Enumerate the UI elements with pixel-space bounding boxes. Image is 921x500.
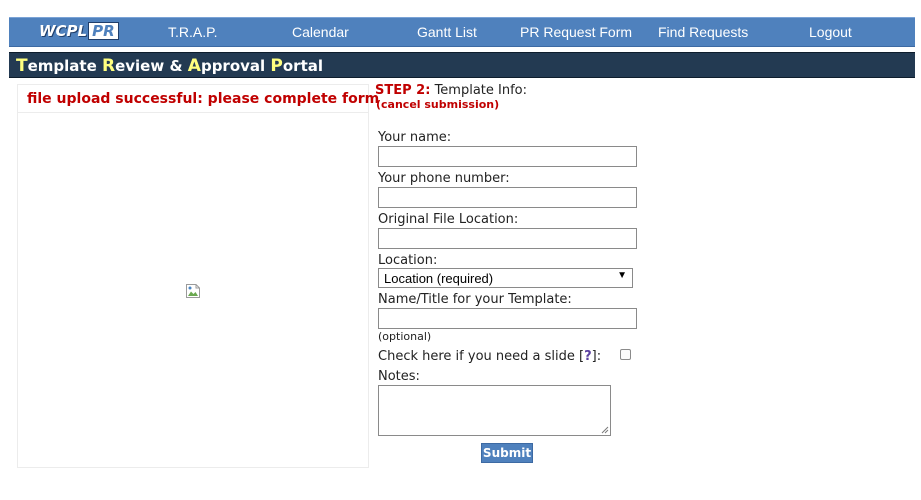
title-word-template: emplate (27, 57, 97, 75)
submit-button[interactable]: Submit (481, 443, 533, 463)
name-input[interactable] (378, 146, 637, 167)
upload-preview-panel: file upload successful: please complete … (17, 84, 379, 468)
file-location-input[interactable] (378, 228, 637, 249)
resize-grip-icon[interactable] (601, 426, 609, 434)
template-title-label: Name/Title for your Template: (378, 292, 572, 307)
title-ampersand: & (169, 57, 183, 75)
broken-image-icon (186, 284, 200, 298)
phone-input[interactable] (378, 187, 637, 208)
nav-link-pr-request-form[interactable]: PR Request Form (520, 24, 632, 40)
top-nav-bar: WCPL PR T.R.A.P. Calendar Gantt List PR R… (9, 17, 915, 47)
logo-text: WCPL (39, 22, 88, 40)
help-bracket-close: ]: (591, 349, 602, 364)
slide-checkbox[interactable] (620, 349, 631, 360)
nav-link-gantt-list[interactable]: Gantt List (417, 24, 477, 40)
name-label: Your name: (378, 130, 452, 145)
nav-link-trap[interactable]: T.R.A.P. (168, 24, 218, 40)
location-label: Location: (378, 253, 438, 268)
location-select[interactable]: Location (required) ▼ (378, 268, 633, 288)
nav-link-logout[interactable]: Logout (809, 24, 852, 40)
logo-badge: PR (88, 22, 119, 40)
title-word-portal: ortal (282, 57, 324, 75)
location-selected-value: Location (required) (384, 271, 494, 286)
notes-textarea[interactable] (378, 385, 611, 436)
template-preview-area (18, 112, 368, 468)
slide-request-label: Check here if you need a slide [?]: (378, 349, 601, 364)
portal-title-bar: Template Review & Approval Portal (9, 52, 915, 78)
slide-label-text: Check here if you need a slide (378, 349, 575, 364)
title-word-approval: pproval (200, 57, 266, 75)
step-heading: STEP 2: Template Info: (375, 83, 527, 98)
title-initial-r: R (102, 56, 116, 76)
dropdown-arrow-icon: ▼ (617, 270, 627, 281)
nav-link-find-requests[interactable]: Find Requests (658, 24, 748, 40)
step-number: STEP 2: (375, 83, 431, 98)
file-location-label: Original File Location: (378, 212, 519, 227)
optional-note: (optional) (378, 330, 432, 343)
step-title: Template Info: (434, 83, 527, 98)
nav-link-calendar[interactable]: Calendar (292, 24, 349, 40)
upload-status-message: file upload successful: please complete … (27, 91, 380, 107)
notes-label: Notes: (378, 369, 420, 384)
title-initial-a: A (187, 56, 201, 76)
cancel-submission-link[interactable]: (cancel submission) (376, 98, 499, 111)
title-initial-t: T (16, 56, 28, 76)
page-title: Template Review & Approval Portal (16, 56, 323, 76)
phone-label: Your phone number: (378, 171, 510, 186)
title-word-review: eview (115, 57, 165, 75)
title-initial-p: P (270, 56, 283, 76)
wcpl-pr-logo[interactable]: WCPL PR (39, 21, 119, 41)
template-title-input[interactable] (378, 308, 637, 329)
slide-help-link[interactable]: ? (584, 349, 592, 364)
